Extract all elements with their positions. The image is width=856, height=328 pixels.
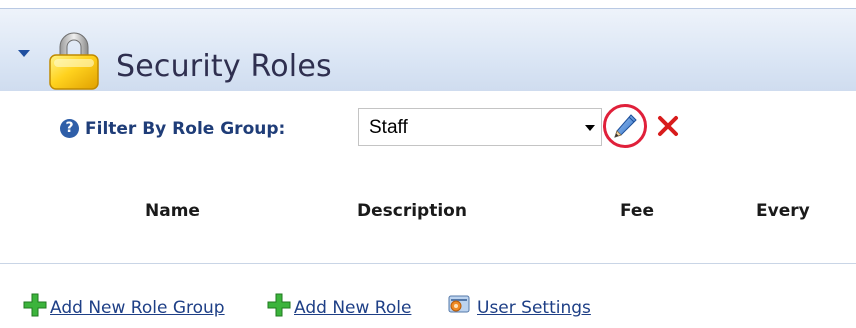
column-header-name: Name (145, 201, 200, 221)
role-group-selected-value: Staff (369, 117, 408, 138)
add-plus-icon (267, 293, 291, 317)
role-group-select[interactable]: Staff (358, 108, 602, 146)
add-new-role-link[interactable]: Add New Role (266, 288, 411, 318)
filter-by-role-group-label: Filter By Role Group: (85, 119, 286, 139)
collapse-triangle-icon[interactable] (18, 50, 30, 57)
module-header: Security Roles (0, 8, 856, 91)
chevron-down-icon[interactable] (585, 125, 595, 131)
user-settings-label[interactable]: User Settings (477, 298, 591, 318)
user-settings-icon (448, 295, 470, 313)
lock-icon (49, 32, 99, 90)
edit-pencil-icon[interactable] (612, 113, 638, 139)
help-icon[interactable]: ? (60, 119, 79, 138)
column-header-every: Every (756, 201, 810, 221)
add-new-role-group-link[interactable]: Add New Role Group (22, 288, 225, 318)
delete-x-icon[interactable] (656, 114, 680, 138)
security-roles-module: Security Roles ? Filter By Role Group: S… (0, 0, 856, 328)
column-header-fee: Fee (620, 201, 654, 221)
module-title: Security Roles (116, 49, 332, 84)
section-divider (0, 263, 856, 264)
add-new-role-group-label[interactable]: Add New Role Group (50, 298, 225, 318)
add-new-role-label[interactable]: Add New Role (294, 298, 411, 318)
add-plus-icon (23, 293, 47, 317)
user-settings-link[interactable]: User Settings (447, 288, 591, 318)
column-header-description: Description (357, 201, 467, 221)
